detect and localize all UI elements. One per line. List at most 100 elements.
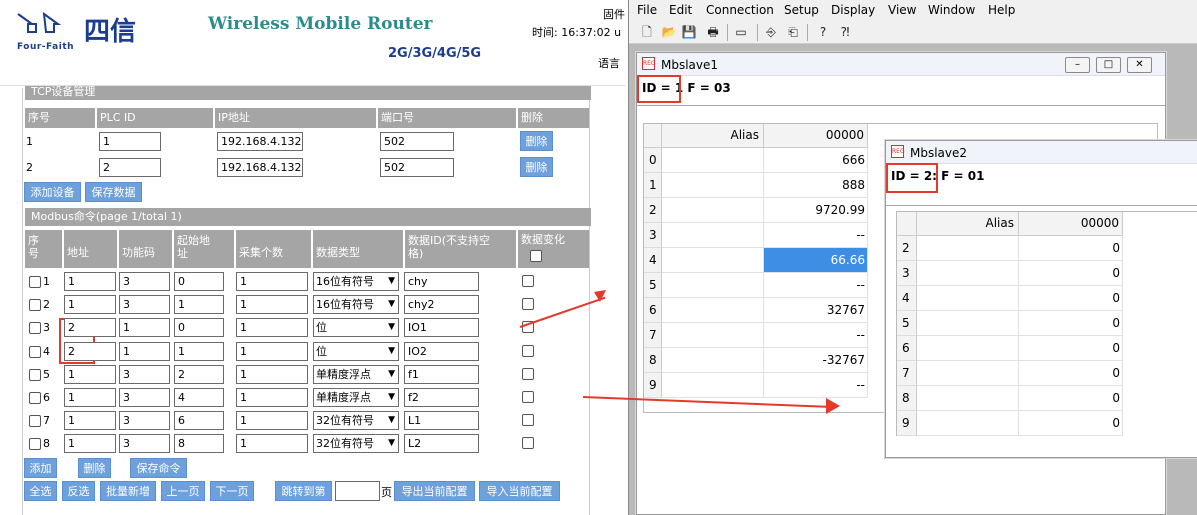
register-value-cell[interactable]: 0	[1019, 236, 1123, 261]
register-value-cell[interactable]: 66.66	[764, 248, 868, 273]
export-config-button[interactable]: 导出当前配置	[394, 481, 475, 501]
register-value-cell[interactable]: -32767	[764, 348, 868, 373]
address-input[interactable]: 1	[64, 411, 116, 431]
prev-page-button[interactable]: 上一页	[161, 481, 205, 501]
function-code-input[interactable]: 3	[119, 272, 170, 291]
plc-id-input[interactable]: 2	[99, 158, 161, 177]
alias-cell[interactable]	[662, 198, 764, 223]
row-select-checkbox[interactable]	[29, 322, 41, 335]
address-input[interactable]: 1	[64, 434, 116, 454]
function-code-input[interactable]: 3	[119, 388, 170, 407]
address-input[interactable]: 1	[64, 388, 116, 407]
new-icon[interactable]: 🗋	[639, 24, 655, 40]
register-value-cell[interactable]: 0	[1019, 361, 1123, 386]
ip-address-input[interactable]: 192.168.4.132	[217, 132, 303, 151]
data-change-checkbox[interactable]	[522, 391, 534, 403]
import-config-button[interactable]: 导入当前配置	[479, 481, 560, 501]
register-value-cell[interactable]: --	[764, 223, 868, 248]
alias-cell[interactable]	[662, 173, 764, 198]
menu-view[interactable]: View	[888, 3, 916, 17]
menu-edit[interactable]: Edit	[669, 3, 692, 17]
data-id-input[interactable]: f2	[404, 388, 479, 407]
register-value-cell[interactable]: 0	[1019, 261, 1123, 286]
start-address-input[interactable]: 6	[174, 411, 224, 431]
add-device-button[interactable]: 添加设备	[24, 182, 81, 202]
connect-icon[interactable]: ⎆	[763, 24, 779, 40]
data-change-checkbox[interactable]	[522, 437, 534, 450]
register-value-cell[interactable]: 0	[1019, 286, 1123, 311]
data-change-checkbox[interactable]	[522, 275, 534, 287]
start-address-input[interactable]: 1	[174, 295, 224, 315]
menu-window[interactable]: Window	[928, 3, 975, 17]
row-select-checkbox[interactable]	[29, 299, 41, 312]
alias-cell[interactable]	[662, 223, 764, 248]
address-input[interactable]: 1	[64, 295, 116, 315]
address-input[interactable]: 2	[64, 318, 116, 338]
next-page-button[interactable]: 下一页	[210, 481, 254, 501]
register-value-cell[interactable]: 888	[764, 173, 868, 198]
register-value-cell[interactable]: 0	[1019, 411, 1123, 436]
jump-to-page-button[interactable]: 跳转到第	[275, 481, 332, 501]
address-input[interactable]: 1	[64, 272, 116, 291]
data-id-input[interactable]: IO1	[404, 318, 479, 338]
maximize-icon[interactable]: □	[1096, 57, 1121, 73]
menu-help[interactable]: Help	[988, 3, 1015, 17]
alias-cell[interactable]	[917, 236, 1019, 261]
data-type-select[interactable]: 单精度浮点 ▼	[313, 388, 399, 407]
data-change-checkbox[interactable]	[522, 344, 534, 357]
data-type-select[interactable]: 32位有符号 ▼	[313, 434, 399, 454]
port-input[interactable]: 502	[380, 132, 454, 151]
save-data-button[interactable]: 保存数据	[85, 182, 142, 202]
add-command-button[interactable]: 添加	[24, 458, 57, 478]
function-code-input[interactable]: 3	[119, 295, 170, 315]
select-all-change-checkbox[interactable]	[530, 250, 542, 262]
row-select-checkbox[interactable]	[29, 345, 41, 358]
count-input[interactable]: 1	[236, 272, 308, 291]
start-address-input[interactable]: 4	[174, 388, 224, 407]
plc-id-input[interactable]: 1	[99, 132, 161, 151]
help-icon[interactable]: ?	[815, 24, 831, 40]
data-type-select[interactable]: 位 ▼	[313, 341, 399, 361]
data-type-select[interactable]: 位 ▼	[313, 318, 399, 338]
alias-cell[interactable]	[662, 323, 764, 348]
start-address-input[interactable]: 0	[174, 272, 224, 291]
register-value-cell[interactable]: 0	[1019, 336, 1123, 361]
data-change-checkbox[interactable]	[522, 298, 534, 311]
data-type-select[interactable]: 16位有符号 ▼	[313, 295, 399, 315]
alias-cell[interactable]	[917, 361, 1019, 386]
count-input[interactable]: 1	[236, 341, 308, 361]
menu-setup[interactable]: Setup	[784, 3, 819, 17]
address-input[interactable]: 1	[64, 364, 116, 384]
register-value-cell[interactable]: 0	[1019, 386, 1123, 411]
delete-command-button[interactable]: 删除	[78, 458, 111, 478]
alias-cell[interactable]	[917, 386, 1019, 411]
start-address-input[interactable]: 8	[174, 434, 224, 454]
register-value-cell[interactable]: --	[764, 323, 868, 348]
select-all-button[interactable]: 全选	[24, 481, 57, 501]
disconnect-icon[interactable]: ⎗	[785, 24, 801, 40]
register-value-cell[interactable]: 9720.99	[764, 198, 868, 223]
alias-cell[interactable]	[662, 148, 764, 173]
invert-select-button[interactable]: 反选	[62, 481, 95, 501]
row-select-checkbox[interactable]	[29, 368, 41, 381]
data-id-input[interactable]: L2	[404, 434, 479, 454]
address-input[interactable]: 2	[64, 341, 116, 361]
data-change-checkbox[interactable]	[522, 414, 534, 427]
count-input[interactable]: 1	[236, 434, 308, 454]
count-input[interactable]: 1	[236, 318, 308, 338]
function-code-input[interactable]: 3	[119, 411, 170, 431]
data-type-select[interactable]: 单精度浮点 ▼	[313, 364, 399, 384]
alias-cell[interactable]	[662, 348, 764, 373]
register-value-cell[interactable]: 32767	[764, 298, 868, 323]
row-select-checkbox[interactable]	[29, 276, 41, 288]
register-value-cell[interactable]: 0	[1019, 311, 1123, 336]
start-address-input[interactable]: 0	[174, 318, 224, 338]
data-type-select[interactable]: 32位有符号 ▼	[313, 411, 399, 431]
delete-device-button[interactable]: 删除	[520, 131, 553, 151]
save-icon[interactable]: 💾	[681, 24, 697, 40]
count-input[interactable]: 1	[236, 411, 308, 431]
data-id-input[interactable]: f1	[404, 364, 479, 384]
alias-cell[interactable]	[917, 411, 1019, 436]
register-value-cell[interactable]: 666	[764, 148, 868, 173]
alias-cell[interactable]	[917, 286, 1019, 311]
